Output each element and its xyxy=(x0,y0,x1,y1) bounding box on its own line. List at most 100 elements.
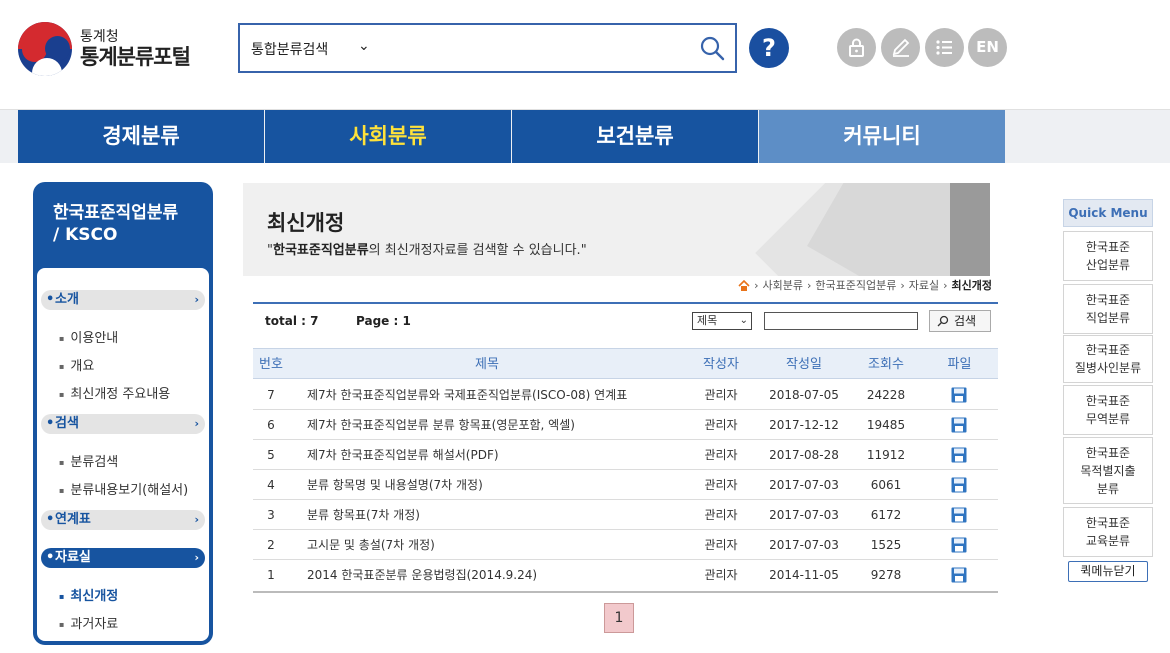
breadcrumb-item[interactable]: 한국표준직업분류 xyxy=(815,277,896,293)
table-row: 3 분류 항목표(7차 개정) 관리자 2017-07-03 6172 xyxy=(253,500,998,530)
row-date: 2017-07-03 xyxy=(769,538,839,552)
floppy-disk-icon[interactable] xyxy=(951,387,967,403)
table-row: 2 고시문 및 총설(7차 개정) 관리자 2017-07-03 1525 xyxy=(253,530,998,560)
search-icon xyxy=(937,315,949,327)
row-title-link[interactable]: 2014 한국표준분류 운용법령집(2014.9.24) xyxy=(307,560,687,590)
table-row: 1 2014 한국표준분류 운용법령집(2014.9.24) 관리자 2014-… xyxy=(253,560,998,590)
chevron-down-icon: ⌄ xyxy=(739,315,748,326)
chevron-down-icon[interactable]: ⌄ xyxy=(358,38,370,54)
row-date: 2014-11-05 xyxy=(769,568,839,582)
row-title-link[interactable]: 분류 항목표(7차 개정) xyxy=(307,500,687,530)
page-banner: 최신개정 "한국표준직업분류의 최신개정자료를 검색할 수 있습니다." xyxy=(243,183,990,276)
floppy-disk-icon[interactable] xyxy=(951,567,967,583)
col-views: 조회수 xyxy=(868,357,904,372)
row-number: 3 xyxy=(267,508,275,522)
row-number: 4 xyxy=(267,478,275,492)
help-button[interactable]: ? xyxy=(749,28,789,68)
menu-item-past-data[interactable]: 과거자료 xyxy=(59,613,118,632)
floppy-disk-icon[interactable] xyxy=(951,507,967,523)
row-date: 2017-12-12 xyxy=(769,418,839,432)
breadcrumb-item[interactable]: 사회분류 xyxy=(762,277,802,293)
table-header: 번호 제목 작성자 작성일 조회수 파일 xyxy=(253,348,998,379)
logo-org-name: 통계청 xyxy=(80,28,119,45)
page-info: Page : 1 xyxy=(356,314,411,328)
menu-item-overview[interactable]: 개요 xyxy=(59,355,94,374)
floppy-disk-icon[interactable] xyxy=(951,477,967,493)
chevron-right-icon: › xyxy=(194,551,199,564)
search-icon[interactable] xyxy=(699,35,725,61)
taegeuk-logo-icon xyxy=(18,22,72,76)
row-title-link[interactable]: 분류 항목명 및 내용설명(7차 개정) xyxy=(307,470,687,500)
row-title-link[interactable]: 제7차 한국표준직업분류 분류 항목표(영문포함, 엑셀) xyxy=(307,410,687,440)
site-logo[interactable]: 통계청 통계분류포털 xyxy=(18,22,191,76)
row-number: 1 xyxy=(267,568,275,582)
row-date: 2017-08-28 xyxy=(769,448,839,462)
quick-menu-close-button[interactable]: 퀵메뉴닫기 xyxy=(1068,561,1148,582)
login-button[interactable] xyxy=(837,28,876,67)
row-date: 2017-07-03 xyxy=(769,508,839,522)
menu-item-usage[interactable]: 이용안내 xyxy=(59,327,118,346)
quick-menu-item[interactable]: 한국표준 목적별지출 분류 xyxy=(1063,437,1153,504)
search-input[interactable] xyxy=(380,33,680,63)
menu-group-search[interactable]: 검색› xyxy=(41,414,205,434)
home-icon[interactable] xyxy=(738,279,750,291)
col-file: 파일 xyxy=(947,357,972,372)
row-date: 2017-07-03 xyxy=(769,478,839,492)
breadcrumb: › 사회분류 › 한국표준직업분류 › 자료실 › 최신개정 xyxy=(738,277,992,293)
row-author: 관리자 xyxy=(704,388,738,402)
nav-social[interactable]: 사회분류 xyxy=(265,110,511,163)
lock-icon xyxy=(849,38,864,57)
left-menu: 한국표준직업분류 / KSCO 소개› 이용안내 개요 최신개정 주요내용 검색… xyxy=(33,182,213,645)
quick-menu-item[interactable]: 한국표준 질병사인분류 xyxy=(1063,335,1153,383)
join-button[interactable] xyxy=(881,28,920,67)
row-views: 1525 xyxy=(870,538,902,552)
keyword-input[interactable] xyxy=(764,312,918,330)
menu-group-intro[interactable]: 소개› xyxy=(41,290,205,310)
table-row: 5 제7차 한국표준직업분류 해설서(PDF) 관리자 2017-08-28 1… xyxy=(253,440,998,470)
global-search-box: 통합분류검색 ⌄ xyxy=(238,23,737,73)
table-row: 4 분류 항목명 및 내용설명(7차 개정) 관리자 2017-07-03 60… xyxy=(253,470,998,500)
col-author: 작성자 xyxy=(703,357,739,372)
left-menu-title: 한국표준직업분류 / KSCO xyxy=(53,203,179,246)
col-date: 작성일 xyxy=(786,357,822,372)
col-title: 제목 xyxy=(475,357,499,372)
menu-group-linkage[interactable]: 연계표› xyxy=(41,510,205,530)
row-views: 6172 xyxy=(870,508,902,522)
menu-item-latest-revision[interactable]: 최신개정 xyxy=(59,585,118,604)
nav-economic[interactable]: 경제분류 xyxy=(18,110,264,163)
table-top-border xyxy=(253,302,998,304)
col-number: 번호 xyxy=(259,357,283,372)
pagination-page-current[interactable]: 1 xyxy=(604,603,634,633)
breadcrumb-current: 최신개정 xyxy=(951,279,992,292)
row-title-link[interactable]: 제7차 한국표준직업분류와 국제표준직업분류(ISCO-08) 연계표 xyxy=(307,380,687,410)
logo-portal-name: 통계분류포털 xyxy=(80,44,191,69)
table-row: 7 제7차 한국표준직업분류와 국제표준직업분류(ISCO-08) 연계표 관리… xyxy=(253,380,998,410)
quick-menu-item[interactable]: 한국표준 교육분류 xyxy=(1063,507,1153,557)
search-category-select[interactable]: 통합분류검색 xyxy=(251,39,328,59)
quick-menu-item[interactable]: 한국표준 무역분류 xyxy=(1063,385,1153,435)
nav-community[interactable]: 커뮤니티 xyxy=(759,110,1005,163)
breadcrumb-item[interactable]: 자료실 xyxy=(909,277,939,293)
menu-group-archive[interactable]: 자료실› xyxy=(41,548,205,568)
row-author: 관리자 xyxy=(704,538,738,552)
floppy-disk-icon[interactable] xyxy=(951,417,967,433)
row-date: 2018-07-05 xyxy=(769,388,839,402)
row-views: 24228 xyxy=(866,388,906,402)
quick-menu-item[interactable]: 한국표준 산업분류 xyxy=(1063,231,1153,281)
row-title-link[interactable]: 고시문 및 총설(7차 개정) xyxy=(307,530,687,560)
menu-item-revision-summary[interactable]: 최신개정 주요내용 xyxy=(59,383,170,402)
row-number: 7 xyxy=(267,388,275,402)
floppy-disk-icon[interactable] xyxy=(951,537,967,553)
english-button[interactable]: EN xyxy=(968,28,1007,67)
search-field-select[interactable]: 제목 ⌄ xyxy=(692,312,752,330)
row-author: 관리자 xyxy=(704,418,738,432)
row-views: 11912 xyxy=(866,448,906,462)
menu-item-class-search[interactable]: 분류검색 xyxy=(59,451,118,470)
sitemap-button[interactable] xyxy=(925,28,964,67)
nav-health[interactable]: 보건분류 xyxy=(512,110,758,163)
search-button[interactable]: 검색 xyxy=(929,310,991,332)
quick-menu-item[interactable]: 한국표준 직업분류 xyxy=(1063,284,1153,334)
floppy-disk-icon[interactable] xyxy=(951,447,967,463)
menu-item-class-content[interactable]: 분류내용보기(해설서) xyxy=(59,479,188,498)
row-title-link[interactable]: 제7차 한국표준직업분류 해설서(PDF) xyxy=(307,440,687,470)
